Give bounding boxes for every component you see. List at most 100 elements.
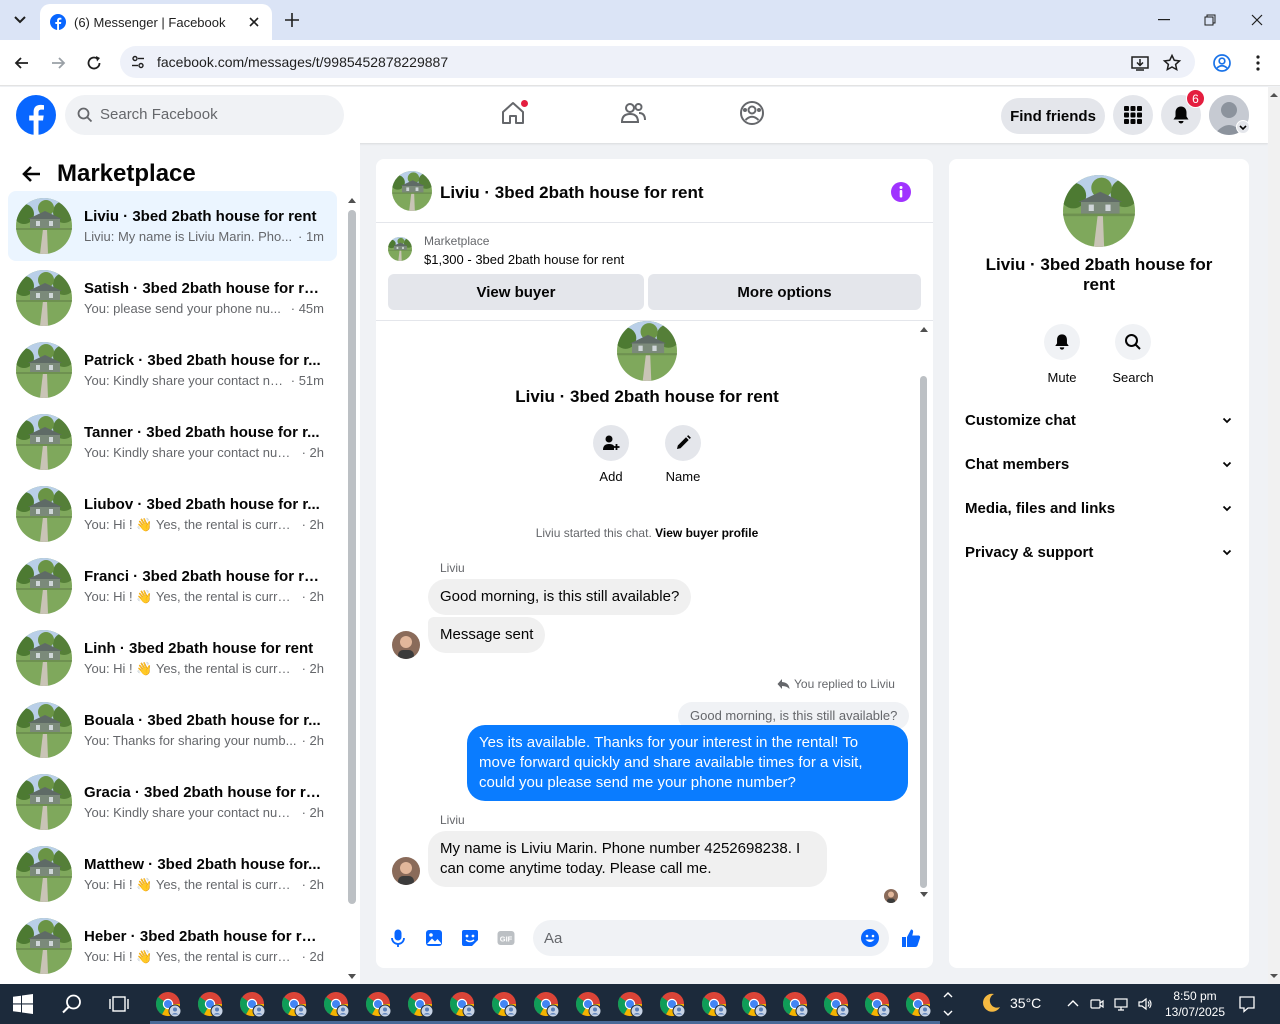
close-tab-icon[interactable]	[246, 14, 262, 30]
bookmark-star-icon[interactable]	[1162, 53, 1182, 73]
chrome-profile-icon[interactable]	[740, 990, 768, 1018]
chrome-profile-icon[interactable]	[904, 990, 932, 1018]
search-icon[interactable]	[61, 993, 83, 1015]
task-view-icon[interactable]	[109, 994, 129, 1014]
chat-avatar[interactable]	[392, 171, 432, 211]
tab-search-icon[interactable]	[8, 9, 32, 31]
menu-button[interactable]	[1113, 95, 1153, 135]
conversation-item[interactable]: Linh · 3bed 2bath house for rent You: Hi…	[8, 623, 337, 693]
action-center-icon[interactable]	[1238, 995, 1256, 1013]
install-app-icon[interactable]	[1130, 53, 1150, 73]
page-scrollbar[interactable]	[1268, 87, 1280, 984]
site-settings-icon[interactable]	[130, 54, 146, 70]
conversation-item[interactable]: Franci · 3bed 2bath house for rent You: …	[8, 551, 337, 621]
friends-icon[interactable]	[619, 99, 647, 127]
incoming-message[interactable]: My name is Liviu Marin. Phone number 425…	[428, 831, 827, 887]
sticker-icon[interactable]	[460, 928, 480, 948]
chrome-profile-icon[interactable]	[322, 990, 350, 1018]
mute-button[interactable]: Mute	[1030, 324, 1094, 385]
add-people-button[interactable]: Add	[581, 425, 641, 484]
chrome-profile-icon[interactable]	[280, 990, 308, 1018]
info-icon[interactable]	[890, 181, 912, 203]
profile-avatar[interactable]	[617, 321, 677, 381]
chrome-profile-icon[interactable]	[616, 990, 644, 1018]
reload-icon[interactable]	[84, 53, 104, 73]
name-chat-button[interactable]: Name	[653, 425, 713, 484]
sender-avatar[interactable]	[392, 631, 420, 659]
chrome-profile-icon[interactable]	[490, 990, 518, 1018]
browser-menu-icon[interactable]	[1248, 53, 1268, 73]
conversation-item[interactable]: Heber · 3bed 2bath house for rent You: H…	[8, 911, 337, 981]
photo-icon[interactable]	[424, 928, 444, 948]
conversation-item[interactable]: Liviu · 3bed 2bath house for rent Liviu:…	[8, 191, 337, 261]
conversation-item[interactable]: Patrick · 3bed 2bath house for r... You:…	[8, 335, 337, 405]
gif-icon[interactable]: GIF	[496, 928, 516, 948]
chrome-profile-icon[interactable]	[781, 990, 809, 1018]
chat-members-row[interactable]: Chat members	[965, 442, 1233, 486]
chrome-profile-icon[interactable]	[863, 990, 891, 1018]
incoming-message[interactable]: Good morning, is this still available?	[428, 579, 692, 615]
chevron-up-icon[interactable]	[1065, 996, 1081, 1012]
profile-icon[interactable]	[1212, 53, 1232, 73]
browser-tab[interactable]: (6) Messenger | Facebook	[40, 4, 272, 40]
conversation-item[interactable]: Satish · 3bed 2bath house for rent You: …	[8, 263, 337, 333]
address-bar[interactable]: facebook.com/messages/t/9985452878229887	[120, 46, 1195, 78]
weather-widget[interactable]: 35°C	[980, 992, 1041, 1014]
forward-arrow-icon[interactable]	[48, 53, 68, 73]
chrome-profile-icon[interactable]	[238, 990, 266, 1018]
view-buyer-profile-link[interactable]: View buyer profile	[655, 526, 758, 540]
restore-button[interactable]	[1187, 0, 1233, 40]
outgoing-message[interactable]: Yes its available. Thanks for your inter…	[467, 725, 908, 801]
conversation-item[interactable]: Liubov · 3bed 2bath house for r... You: …	[8, 479, 337, 549]
close-window-button[interactable]	[1234, 0, 1280, 40]
facebook-search-input[interactable]: Search Facebook	[65, 95, 344, 135]
profile-avatar[interactable]	[1063, 175, 1135, 247]
chrome-profile-icon[interactable]	[532, 990, 560, 1018]
chrome-profile-icon[interactable]	[364, 990, 392, 1018]
listing-thumbnail[interactable]	[388, 237, 412, 261]
conversation-item[interactable]: Matthew · 3bed 2bath house for... You: H…	[8, 839, 337, 909]
media-files-links-row[interactable]: Media, files and links	[965, 486, 1233, 530]
minimize-button[interactable]	[1141, 0, 1187, 40]
privacy-support-row[interactable]: Privacy & support	[965, 530, 1233, 574]
back-arrow-icon[interactable]	[22, 164, 42, 184]
chrome-profile-icon[interactable]	[658, 990, 686, 1018]
scrollbar-thumb[interactable]	[920, 376, 927, 888]
chrome-profile-icon[interactable]	[196, 990, 224, 1018]
microphone-icon[interactable]	[388, 928, 408, 948]
conversation-item[interactable]: Gracia · 3bed 2bath house for rent You: …	[8, 767, 337, 837]
emoji-icon[interactable]	[860, 928, 880, 948]
windows-start-icon[interactable]	[13, 994, 33, 1014]
taskbar-overflow-icon[interactable]	[942, 989, 954, 1019]
scroll-down-icon[interactable]	[919, 891, 929, 899]
more-options-button[interactable]: More options	[648, 274, 921, 310]
chrome-profile-icon[interactable]	[154, 990, 182, 1018]
message-input[interactable]: Aa	[533, 920, 889, 956]
scroll-up-icon[interactable]	[919, 325, 929, 333]
system-clock[interactable]: 8:50 pm 13/07/2025	[1155, 988, 1235, 1020]
search-chat-button[interactable]: Search	[1101, 324, 1165, 385]
listing-price-title[interactable]: $1,300 - 3bed 2bath house for rent	[424, 252, 624, 267]
scroll-up-icon[interactable]	[346, 195, 358, 205]
chrome-profile-icon[interactable]	[574, 990, 602, 1018]
view-buyer-button[interactable]: View buyer	[388, 274, 644, 310]
scrollbar-thumb[interactable]	[348, 210, 356, 904]
network-icon[interactable]	[1113, 996, 1129, 1012]
sender-avatar[interactable]	[392, 857, 420, 885]
scroll-down-icon[interactable]	[1268, 970, 1280, 982]
meet-now-icon[interactable]	[1089, 996, 1105, 1012]
chrome-profile-icon[interactable]	[406, 990, 434, 1018]
chrome-profile-icon[interactable]	[448, 990, 476, 1018]
thumbs-up-icon[interactable]	[900, 927, 922, 949]
scroll-down-icon[interactable]	[346, 972, 358, 982]
groups-icon[interactable]	[738, 99, 766, 127]
new-tab-icon[interactable]	[282, 10, 302, 30]
scroll-up-icon[interactable]	[1268, 89, 1280, 101]
chrome-profile-icon[interactable]	[822, 990, 850, 1018]
customize-chat-row[interactable]: Customize chat	[965, 398, 1233, 442]
back-arrow-icon[interactable]	[12, 53, 32, 73]
find-friends-button[interactable]: Find friends	[1001, 98, 1105, 134]
account-chevron-icon[interactable]	[1236, 120, 1250, 134]
chat-title[interactable]: Liviu · 3bed 2bath house for rent	[440, 183, 704, 203]
conversation-item[interactable]: Tanner · 3bed 2bath house for r... You: …	[8, 407, 337, 477]
